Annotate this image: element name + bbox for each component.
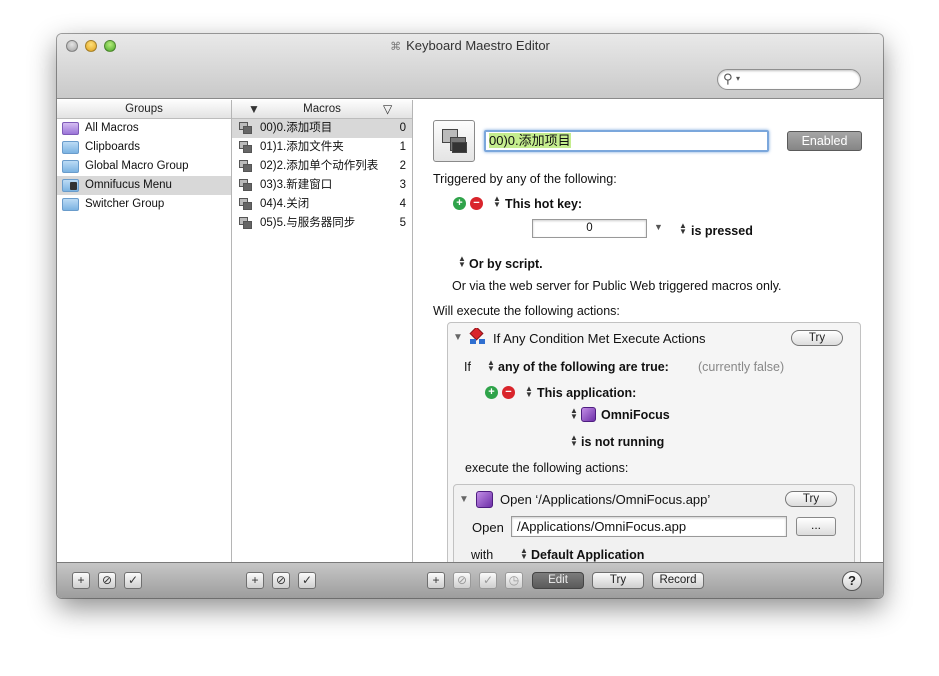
clock-icon[interactable]: ◷ — [505, 572, 523, 589]
try-button[interactable]: Try — [592, 572, 644, 589]
macro-item[interactable]: 00)0.添加项目 0 — [232, 119, 412, 138]
hot-key-label: This hot key: — [505, 197, 583, 211]
enable-group-button[interactable]: ✓ — [124, 572, 142, 589]
disable-action-button[interactable]: ⊘ — [453, 572, 471, 589]
add-trigger-icon[interactable]: + — [453, 197, 466, 210]
up-down-arrows-icon[interactable]: ▲ ▼ — [487, 359, 495, 373]
macro-item[interactable]: 05)5.与服务器同步 5 — [232, 214, 412, 233]
folder-icon — [62, 141, 79, 154]
chevron-down-icon[interactable]: ▼ — [654, 222, 663, 232]
if-condition-icon — [469, 328, 485, 344]
this-application-popup[interactable]: This application: — [537, 386, 636, 400]
open-action-title: Open ‘/Applications/OmniFocus.app’ — [500, 492, 711, 507]
omnifocus-icon — [476, 491, 493, 508]
disclosure-triangle-icon[interactable]: ▼ — [453, 332, 463, 343]
up-down-arrows-icon[interactable]: ▲ ▼ — [458, 255, 466, 269]
any-true-popup[interactable]: any of the following are true: — [498, 360, 669, 374]
disclosure-triangle-icon[interactable]: ▼ — [459, 494, 469, 505]
enable-macro-button[interactable]: ✓ — [298, 572, 316, 589]
omnifocus-icon — [581, 407, 596, 422]
execute-label: execute the following actions: — [465, 461, 629, 475]
add-action-button[interactable]: + — [427, 572, 445, 589]
remove-condition-icon[interactable]: − — [502, 386, 515, 399]
not-running-popup[interactable]: is not running — [581, 435, 664, 449]
is-pressed-popup[interactable]: is pressed — [691, 224, 753, 238]
bottom-toolbar: + ⊘ ✓ + ⊘ ✓ + ⊘ ✓ ◷ Edit Try Record ? — [57, 562, 883, 598]
or-by-script-popup[interactable]: Or by script. — [469, 257, 543, 271]
try-button[interactable]: Try — [785, 491, 837, 507]
editor-window: ⌘ Keyboard Maestro Editor ⚲ ▾ Groups All … — [57, 34, 883, 598]
default-application-popup[interactable]: Default Application — [531, 548, 644, 562]
try-button[interactable]: Try — [791, 330, 843, 346]
with-label: with — [471, 548, 494, 562]
macro-name-field[interactable]: 00)0.添加项目 — [484, 130, 769, 152]
chevron-down-icon: ▾ — [736, 74, 741, 83]
up-down-arrows-icon[interactable]: ▲ ▼ — [520, 547, 528, 561]
edit-button[interactable]: Edit — [532, 572, 584, 589]
filter-triangle-icon[interactable]: ▽ — [383, 100, 392, 119]
help-button[interactable]: ? — [842, 571, 862, 591]
macro-editor-pane: 00)0.添加项目 Enabled Triggered by any of th… — [413, 100, 883, 562]
path-field[interactable]: /Applications/OmniFocus.app — [511, 516, 787, 537]
macro-icon — [239, 217, 253, 230]
browse-button[interactable]: ... — [796, 517, 836, 536]
triggered-by-label: Triggered by any of the following: — [433, 172, 617, 186]
if-label: If — [464, 360, 471, 374]
open-label: Open — [472, 520, 504, 535]
up-down-arrows-icon[interactable]: ▲ ▼ — [493, 195, 501, 209]
group-item-all-macros[interactable]: All Macros — [57, 119, 231, 138]
hot-key-field[interactable]: 0 — [532, 219, 647, 238]
up-down-arrows-icon[interactable]: ▲ ▼ — [570, 407, 578, 421]
up-down-arrows-icon[interactable]: ▲ ▼ — [679, 222, 687, 236]
macro-item[interactable]: 03)3.新建窗口 3 — [232, 176, 412, 195]
record-button[interactable]: Record — [652, 572, 704, 589]
groups-pane: Groups All Macros Clipboards Global Macr… — [57, 100, 232, 562]
condition-status: (currently false) — [698, 360, 785, 374]
group-item-switcher-group[interactable]: Switcher Group — [57, 195, 231, 214]
folder-icon — [62, 198, 79, 211]
group-item-global-macro-group[interactable]: Global Macro Group — [57, 157, 231, 176]
add-group-button[interactable]: + — [72, 572, 90, 589]
macro-icon — [239, 141, 253, 154]
macro-icon — [239, 122, 253, 135]
window-title: ⌘ Keyboard Maestro Editor — [390, 38, 550, 53]
keyboard-maestro-icon: ⌘ — [390, 41, 402, 53]
purple-folder-icon — [62, 122, 79, 135]
macro-icon — [239, 179, 253, 192]
group-item-clipboards[interactable]: Clipboards — [57, 138, 231, 157]
up-down-arrows-icon[interactable]: ▲ ▼ — [525, 385, 533, 399]
if-action-title: If Any Condition Met Execute Actions — [493, 331, 706, 346]
web-server-text: Or via the web server for Public Web tri… — [452, 279, 782, 293]
sort-triangle-icon[interactable]: ▼ — [248, 100, 260, 119]
macro-icon-well[interactable] — [433, 120, 475, 162]
will-execute-label: Will execute the following actions: — [433, 304, 620, 318]
disable-group-button[interactable]: ⊘ — [98, 572, 116, 589]
group-item-omnifucus-menu[interactable]: Omnifucus Menu — [57, 176, 231, 195]
macro-icon — [239, 198, 253, 211]
macro-item[interactable]: 04)4.关闭 4 — [232, 195, 412, 214]
add-condition-icon[interactable]: + — [485, 386, 498, 399]
folder-doc-icon — [62, 179, 79, 192]
title-bar: ⌘ Keyboard Maestro Editor ⚲ ▾ — [57, 34, 883, 99]
remove-trigger-icon[interactable]: − — [470, 197, 483, 210]
macros-pane: ▼ Macros ▽ 00)0.添加项目 0 01)1.添加文件夹 1 02)2.添… — [232, 100, 413, 562]
search-field[interactable]: ⚲ ▾ — [717, 69, 861, 90]
disable-macro-button[interactable]: ⊘ — [272, 572, 290, 589]
add-macro-button[interactable]: + — [246, 572, 264, 589]
groups-header[interactable]: Groups — [57, 100, 231, 119]
folder-icon — [62, 160, 79, 173]
enabled-button[interactable]: Enabled — [787, 131, 862, 151]
macro-icon — [239, 160, 253, 173]
macros-header[interactable]: ▼ Macros ▽ — [232, 100, 412, 119]
search-icon: ⚲ — [723, 71, 733, 86]
up-down-arrows-icon[interactable]: ▲ ▼ — [570, 434, 578, 448]
macro-item[interactable]: 02)2.添加单个动作列表 2 — [232, 157, 412, 176]
application-popup[interactable]: OmniFocus — [601, 408, 670, 422]
enable-action-button[interactable]: ✓ — [479, 572, 497, 589]
macro-item[interactable]: 01)1.添加文件夹 1 — [232, 138, 412, 157]
